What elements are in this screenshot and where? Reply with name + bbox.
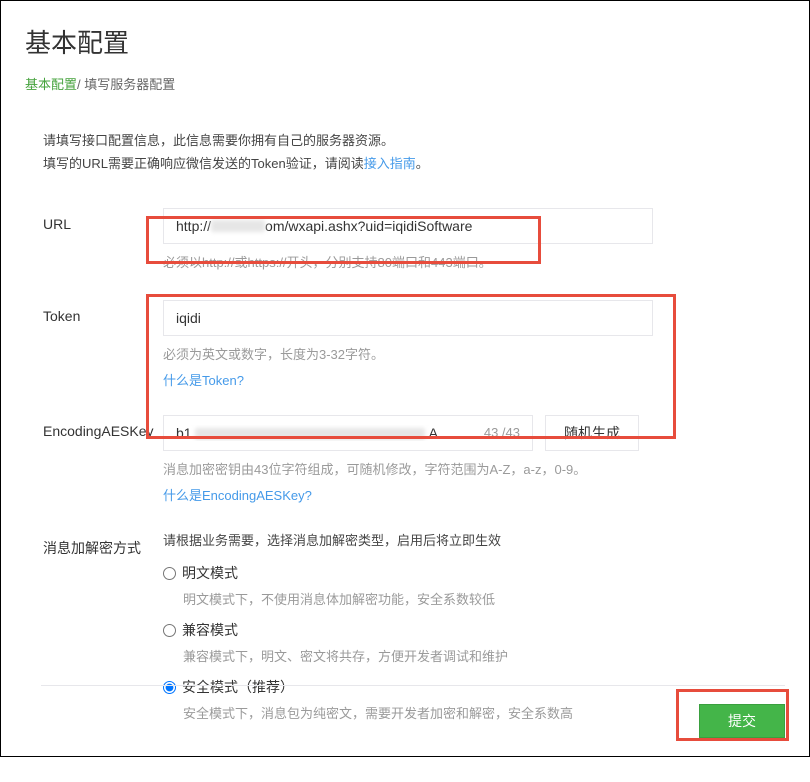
radio-plain-label: 明文模式 xyxy=(182,563,238,583)
url-value-suffix: om/wxapi.ashx?uid=iqidiSoftware xyxy=(265,218,472,234)
breadcrumb-root-link[interactable]: 基本配置 xyxy=(25,77,77,92)
aeskey-helper-link[interactable]: 什么是EncodingAESKey? xyxy=(163,485,785,504)
token-helper: 必须为英文或数字，长度为3-32字符。 xyxy=(163,344,785,366)
aeskey-label: EncodingAESKey xyxy=(43,415,163,504)
token-helper-link[interactable]: 什么是Token? xyxy=(163,370,785,389)
breadcrumb-current: 填写服务器配置 xyxy=(84,77,175,92)
aeskey-value-hidden xyxy=(195,428,425,440)
aeskey-input[interactable]: b1 A 43 /43 xyxy=(163,415,533,451)
radio-plain-desc: 明文模式下，不使用消息体加解密功能，安全系数较低 xyxy=(183,589,785,608)
breadcrumb: 基本配置/ 填写服务器配置 xyxy=(25,74,785,93)
aeskey-counter: 43 /43 xyxy=(484,425,520,440)
intro-guide-link[interactable]: 接入指南 xyxy=(364,156,416,171)
aeskey-row: EncodingAESKey b1 A 43 /43 随机生成 消息加密密钥由4… xyxy=(25,415,785,504)
url-label: URL xyxy=(43,208,163,274)
radio-compat-desc: 兼容模式下，明文、密文将共存，方便开发者调试和维护 xyxy=(183,646,785,665)
url-helper: 必须以http://或https://开头，分别支持80端口和443端口。 xyxy=(163,252,785,274)
intro-line2-pre: 填写的URL需要正确响应微信发送的Token验证，请阅读 xyxy=(43,156,364,171)
radio-option-plain[interactable]: 明文模式 xyxy=(163,563,785,583)
url-row: URL http:// om/wxapi.ashx?uid=iqidiSoftw… xyxy=(25,208,785,274)
aeskey-helper: 消息加密密钥由43位字符组成，可随机修改，字符范围为A-Z，a-z，0-9。 xyxy=(163,459,785,481)
intro-text: 请填写接口配置信息，此信息需要你拥有自己的服务器资源。 填写的URL需要正确响应… xyxy=(25,129,785,176)
token-label: Token xyxy=(43,300,163,389)
aeskey-value-suffix: A xyxy=(429,425,438,441)
submit-button[interactable]: 提交 xyxy=(699,704,785,738)
token-row: Token 必须为英文或数字，长度为3-32字符。 什么是Token? xyxy=(25,300,785,389)
page-title: 基本配置 xyxy=(25,23,785,60)
intro-line1: 请填写接口配置信息，此信息需要你拥有自己的服务器资源。 xyxy=(43,129,785,152)
token-input[interactable] xyxy=(163,300,653,336)
aeskey-value-prefix: b1 xyxy=(176,425,192,441)
footer-bar: 提交 xyxy=(41,685,785,738)
encrypt-title: 请根据业务需要，选择消息加解密类型，启用后将立即生效 xyxy=(163,530,785,549)
url-value-hidden xyxy=(211,220,265,232)
intro-line2-post: 。 xyxy=(416,156,429,171)
url-value-prefix: http:// xyxy=(176,218,211,234)
generate-button[interactable]: 随机生成 xyxy=(545,415,639,451)
radio-option-compat[interactable]: 兼容模式 xyxy=(163,620,785,640)
radio-compat[interactable] xyxy=(163,624,176,637)
radio-plain[interactable] xyxy=(163,567,176,580)
radio-compat-label: 兼容模式 xyxy=(182,620,238,640)
url-input[interactable]: http:// om/wxapi.ashx?uid=iqidiSoftware xyxy=(163,208,653,244)
